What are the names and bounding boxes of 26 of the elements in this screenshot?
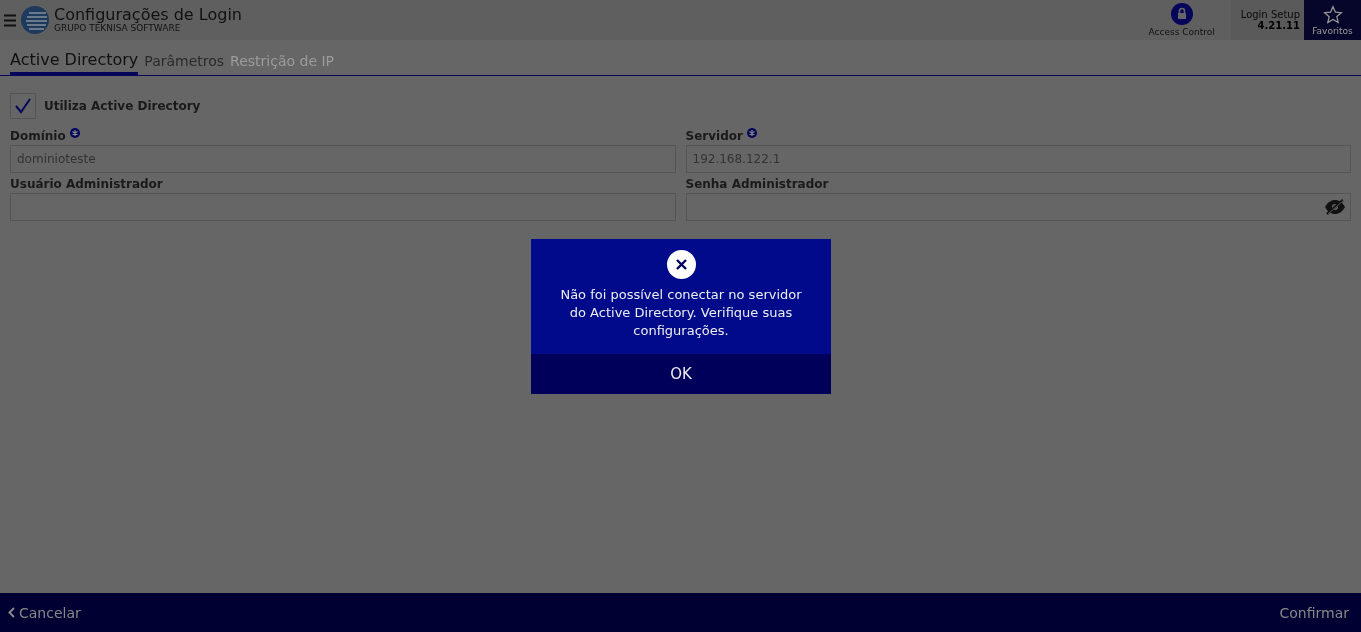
checkbox-label: Utiliza Active Directory (44, 99, 201, 113)
field-label: Usuário Administrador (10, 177, 163, 191)
tab[interactable]: Active Directory (10, 50, 139, 75)
field-label: Senha Administrador (685, 177, 829, 191)
app-name: Login Setup (1240, 9, 1300, 20)
field-label: Domínio (10, 129, 66, 143)
confirm-button[interactable]: Confirmar (1271, 604, 1361, 621)
ok-button[interactable]: OK (531, 354, 831, 394)
eye-slash-icon[interactable] (1324, 199, 1346, 215)
company-name: GRUPO TEKNISA SOFTWARE (54, 23, 182, 34)
menu-icon[interactable] (4, 13, 16, 27)
input-field[interactable] (685, 193, 1351, 221)
version-number: 4.21.11 (1257, 20, 1300, 31)
favorites-button[interactable]: Favoritos (1304, 0, 1361, 40)
access-control-button[interactable]: Access Control (1140, 3, 1223, 37)
error-icon (666, 250, 696, 279)
chevron-left-icon (8, 607, 15, 618)
logo-icon (20, 5, 50, 35)
cancel-button[interactable]: Cancelar (0, 604, 93, 621)
checkbox[interactable] (10, 93, 36, 119)
lock-icon (1170, 3, 1193, 25)
tab[interactable]: Parâmetros (144, 53, 225, 75)
field-label: Servidor (685, 129, 743, 143)
app-title: Configurações de Login (54, 6, 242, 24)
star-icon (1322, 4, 1343, 25)
error-message: Não foi possível conectar no servidor do Active Directory. Verifique suas configurações. (559, 286, 803, 340)
